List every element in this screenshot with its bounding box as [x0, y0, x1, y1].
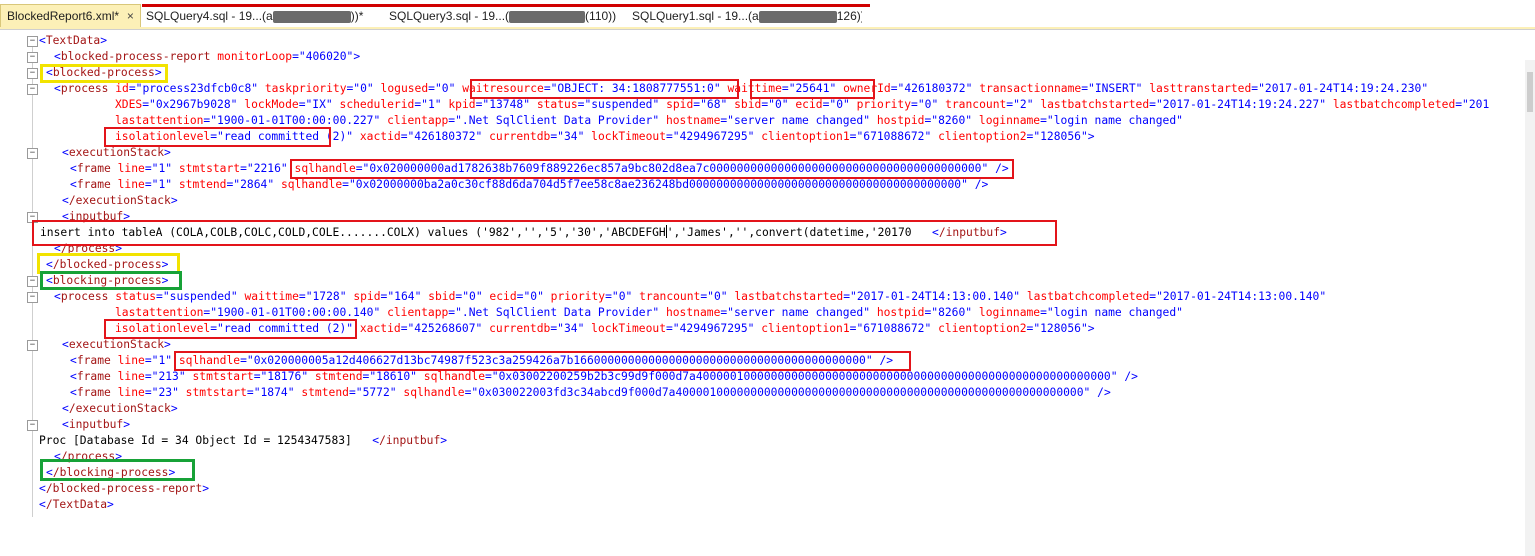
xml-line: <process status="suspended" waittime="17… [54, 290, 1327, 303]
xml-line: isolationlevel="read committed (2)" xact… [115, 130, 1095, 143]
collapse-icon[interactable]: − [27, 340, 38, 351]
xml-editor[interactable]: − − − − − − − − − − <TextData> <blocked-… [0, 29, 1535, 556]
xml-line: <blocking-process> [46, 274, 169, 287]
tab-label-suffix: ))* [350, 9, 364, 23]
scrollbar-thumb[interactable] [1527, 72, 1533, 112]
tab-label-suffix: (110)) [585, 9, 617, 23]
collapse-icon[interactable]: − [27, 52, 38, 63]
vertical-scrollbar[interactable] [1525, 60, 1535, 556]
xml-line: XDES="0x2967b9028" lockMode="IX" schedul… [115, 98, 1490, 111]
collapse-icon[interactable]: − [27, 276, 38, 287]
collapse-icon[interactable]: − [27, 420, 38, 431]
tab-label: SQLQuery3.sql - 19...( [389, 9, 510, 23]
tab-label: SQLQuery1.sql - 19...(a [632, 9, 759, 23]
xml-line: <inputbuf> [62, 210, 131, 223]
xml-line: <process id="process23dfcb0c8" taskprior… [54, 82, 1429, 95]
xml-line: </executionStack> [62, 402, 178, 415]
close-icon[interactable]: × [122, 5, 138, 27]
xml-line: </blocked-process> [46, 258, 169, 271]
xml-line-inputbuf: insert into tableA (COLA,COLB,COLC,COLD,… [40, 225, 1007, 239]
document-tab-bar: BlockedReport6.xml* × SQLQuery4.sql - 19… [0, 0, 1535, 28]
collapse-icon[interactable]: − [27, 68, 38, 79]
xml-line: <frame line="1" stmtend="2864" sqlhandle… [70, 178, 989, 191]
tab-sqlquery1[interactable]: SQLQuery1.sql - 19...(a 126)) [632, 5, 862, 27]
xml-line: </TextData> [39, 498, 114, 511]
tab-blockedreport6[interactable]: BlockedReport6.xml* × [0, 4, 141, 28]
redacted-text [272, 10, 351, 23]
xml-line: <frame line="213" stmtstart="18176" stmt… [70, 370, 1138, 383]
collapse-icon[interactable]: − [27, 292, 38, 303]
xml-line: </process> [54, 450, 123, 463]
tab-label-suffix: 126)) [836, 9, 862, 23]
xml-line: <blocked-process-report monitorLoop="406… [54, 50, 361, 63]
redacted-text [758, 10, 837, 23]
redacted-text [509, 10, 586, 23]
xml-line: <executionStack> [62, 338, 171, 351]
collapse-icon[interactable]: − [27, 36, 38, 47]
xml-line: </executionStack> [62, 194, 178, 207]
xml-line: </blocked-process-report> [39, 482, 210, 495]
collapse-icon[interactable]: − [27, 84, 38, 95]
xml-line: <inputbuf> [62, 418, 131, 431]
xml-line: lastattention="1900-01-01T00:00:00.140" … [115, 306, 1183, 319]
collapse-icon[interactable]: − [27, 212, 38, 223]
xml-line: <executionStack> [62, 146, 171, 159]
xml-line: </process> [54, 242, 123, 255]
collapse-icon[interactable]: − [27, 148, 38, 159]
xml-line: <frame line="23" stmtstart="1874" stmten… [70, 386, 1111, 399]
xml-line: <frame line="1" stmtstart="2216" sqlhand… [70, 162, 1009, 175]
tab-sqlquery3[interactable]: SQLQuery3.sql - 19...( (110)) [389, 5, 619, 27]
xml-line: isolationlevel="read committed (2)" xact… [115, 322, 1095, 335]
xml-line: </blocking-process> [46, 466, 176, 479]
xml-line: lastattention="1900-01-01T00:00:00.227" … [115, 114, 1183, 127]
tab-label: BlockedReport6.xml* [7, 9, 120, 23]
xml-line: <frame line="1" sqlhandle="0x020000005a1… [70, 354, 894, 367]
xml-line: <blocked-process> [46, 66, 162, 79]
xml-line-inputbuf: Proc [Database Id = 34 Object Id = 12543… [39, 434, 448, 447]
tab-label: SQLQuery4.sql - 19...(a [146, 9, 273, 23]
tab-sqlquery4[interactable]: SQLQuery4.sql - 19...(a ))* [146, 5, 376, 27]
xml-line: <TextData> [39, 34, 108, 47]
